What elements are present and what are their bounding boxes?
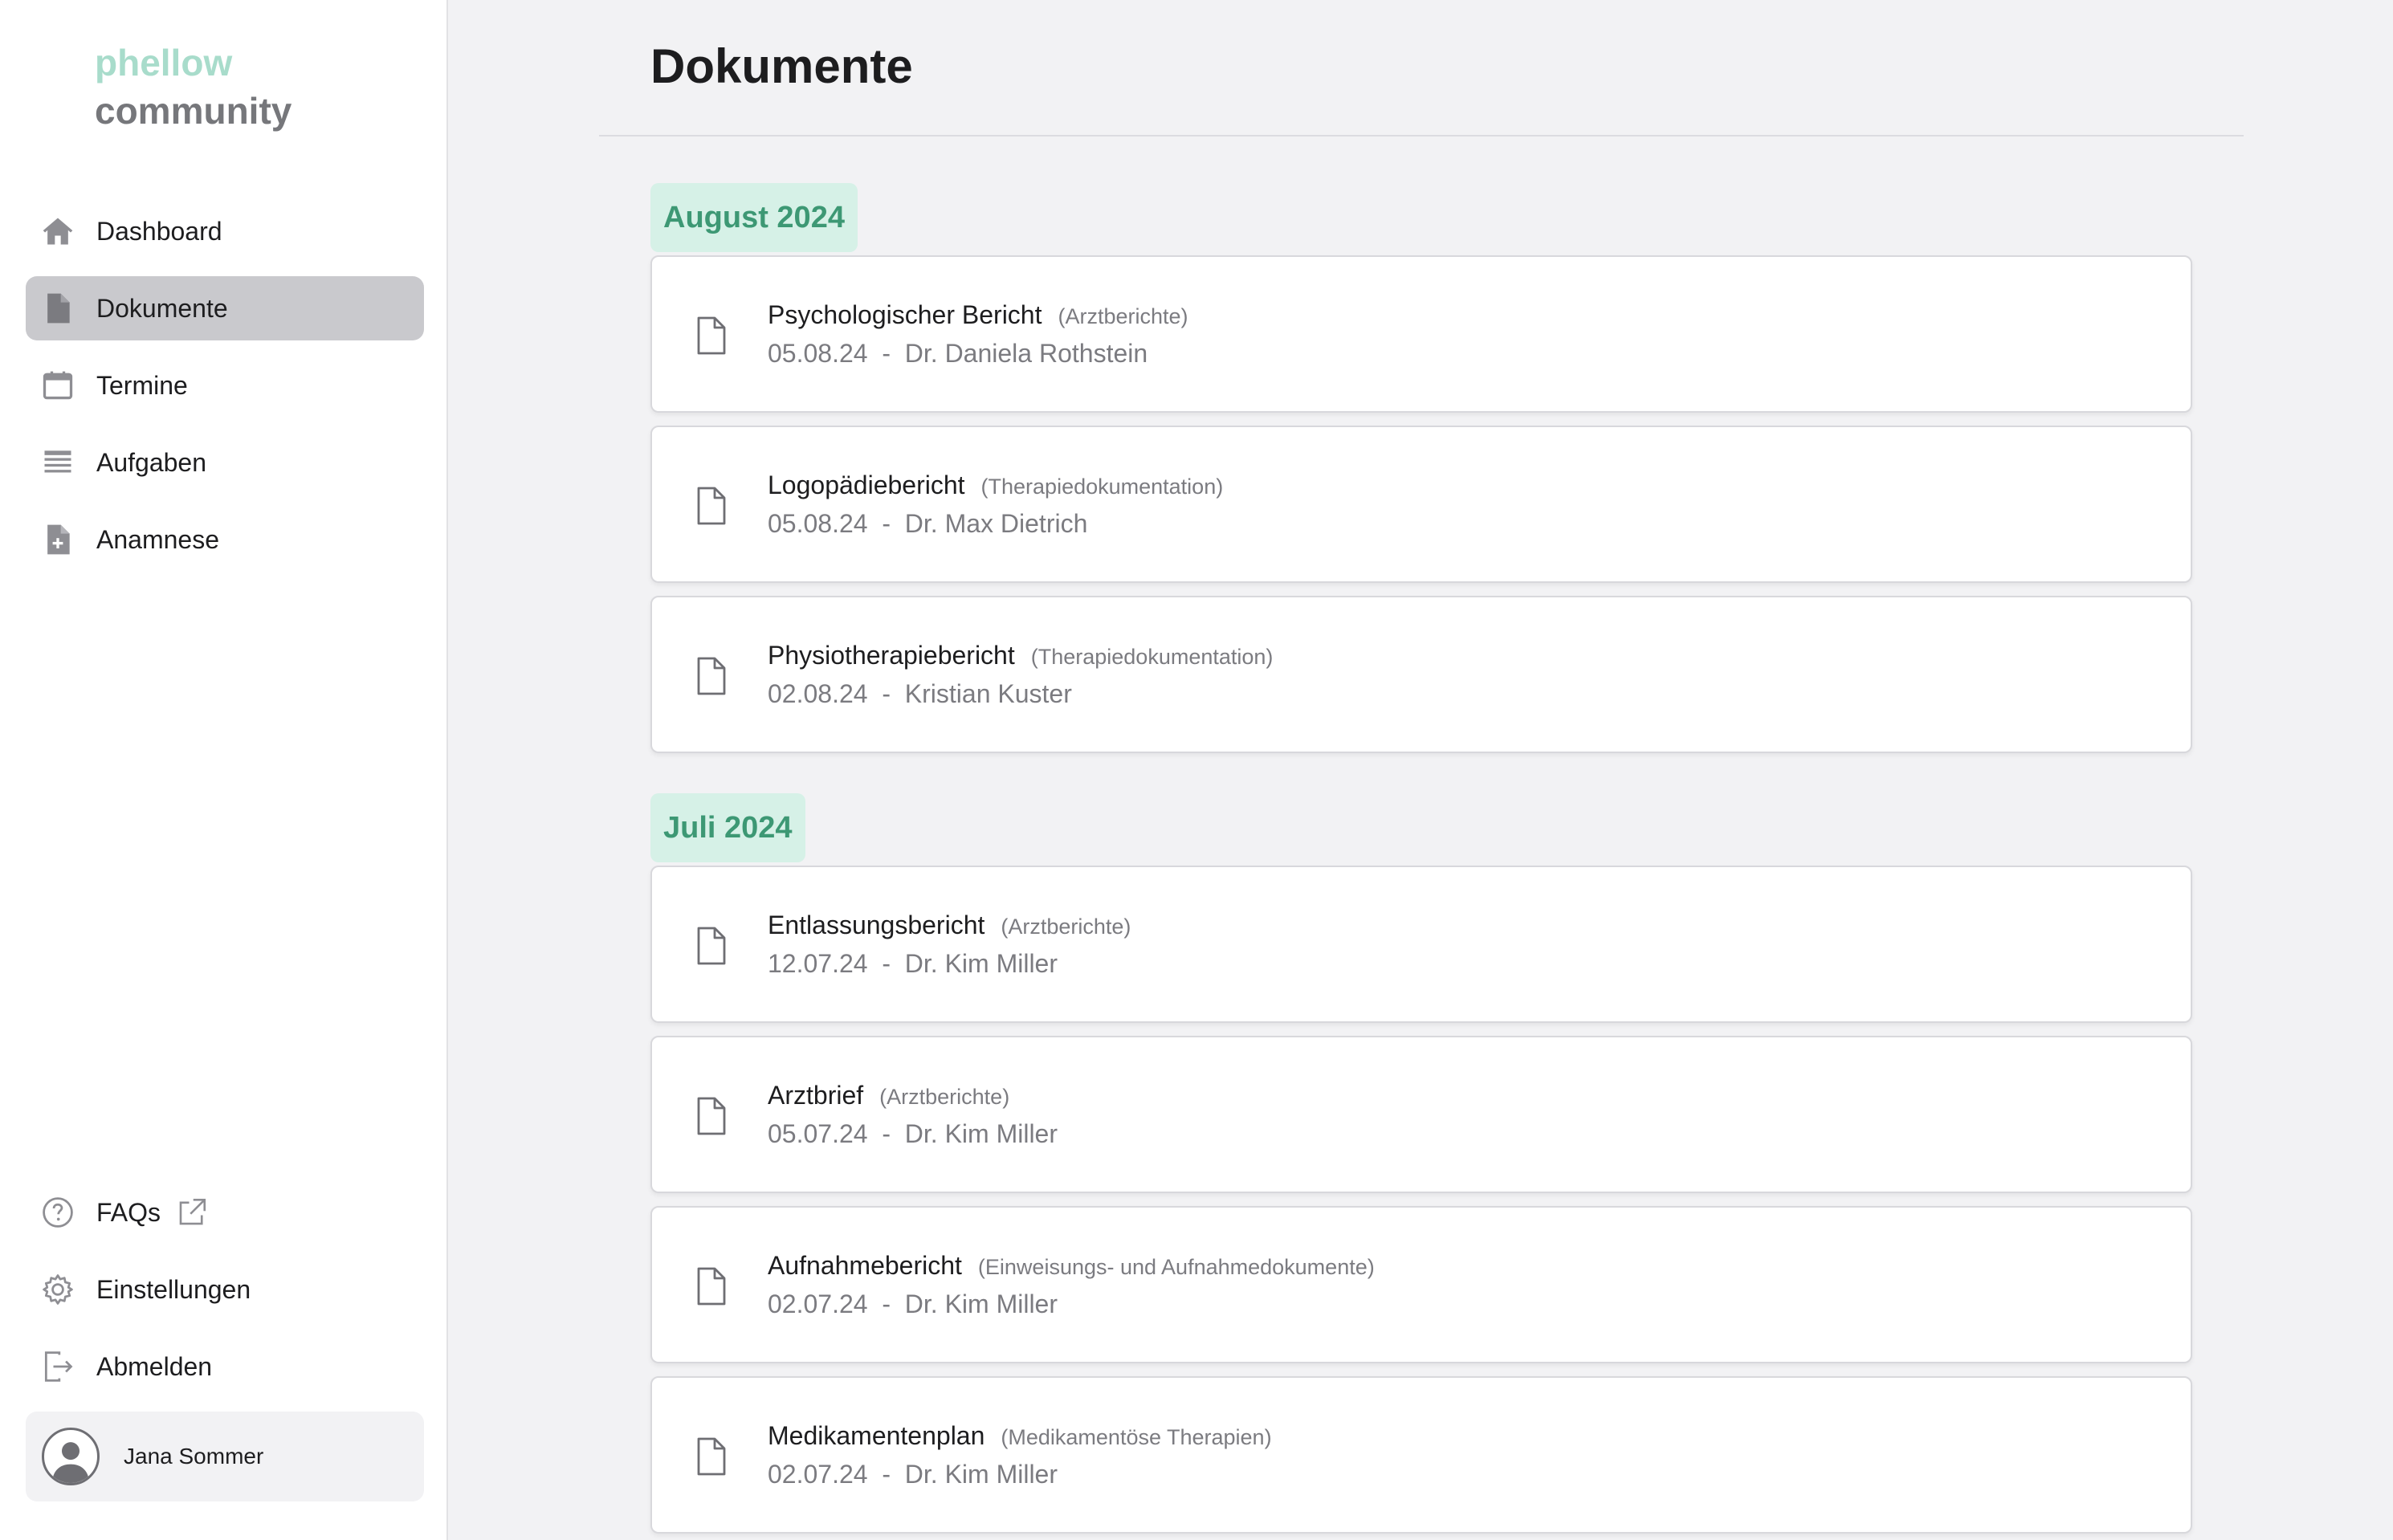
document-title: Logopädiebericht [768, 471, 965, 499]
file-icon [695, 1097, 728, 1139]
secondary-nav: FAQs Einstellungen Abmelden [26, 1180, 424, 1412]
sidebar-item-label: Dashboard [96, 216, 222, 246]
document-date: 05.07.24 [768, 1119, 868, 1148]
calendar-icon [40, 368, 75, 403]
sidebar-item-termine[interactable]: Termine [26, 353, 424, 418]
sidebar: phellow community Dashboard Dokumente Te… [0, 0, 448, 1540]
document-author: Kristian Kuster [904, 679, 1072, 708]
separator: - [882, 509, 891, 538]
avatar [42, 1428, 100, 1485]
brand-line2: community [95, 90, 292, 132]
separator: - [882, 339, 891, 368]
file-icon [695, 1267, 728, 1310]
document-date: 02.07.24 [768, 1289, 868, 1318]
sidebar-item-dashboard[interactable]: Dashboard [26, 199, 424, 263]
document-plus-icon [40, 522, 75, 557]
document-author: Dr. Kim Miller [904, 949, 1058, 978]
document-title: Aufnahmebericht [768, 1251, 962, 1280]
home-icon [40, 214, 75, 249]
document-title: Entlassungsbericht [768, 911, 985, 939]
document-author: Dr. Daniela Rothstein [904, 339, 1148, 368]
sidebar-item-label: Anamnese [96, 524, 219, 554]
sidebar-item-label: Aufgaben [96, 447, 207, 477]
document-title: Arztbrief [768, 1081, 864, 1110]
brand-logo[interactable]: phellow community [95, 39, 291, 135]
sidebar-item-label: FAQs [96, 1197, 161, 1227]
list-icon [40, 445, 75, 480]
document-date: 05.08.24 [768, 339, 868, 368]
documents-list: August 2024 Psychologischer Bericht (Arzt… [650, 183, 2192, 1540]
sidebar-item-label: Termine [96, 370, 188, 400]
document-author: Dr. Max Dietrich [904, 509, 1088, 538]
sidebar-item-einstellungen[interactable]: Einstellungen [26, 1257, 424, 1322]
document-category: (Therapiedokumentation) [980, 475, 1224, 499]
document-date: 02.08.24 [768, 679, 868, 708]
user-name: Jana Sommer [124, 1444, 264, 1469]
document-title: Physiotherapiebericht [768, 641, 1015, 670]
month-group: August 2024 Psychologischer Bericht (Arzt… [650, 183, 2192, 753]
document-category: (Arztberichte) [1001, 915, 1131, 939]
file-icon [695, 657, 728, 699]
document-author: Dr. Kim Miller [904, 1460, 1058, 1489]
document-category: (Therapiedokumentation) [1030, 645, 1274, 669]
sidebar-item-label: Dokumente [96, 293, 228, 323]
separator: - [882, 679, 891, 708]
document-title: Psychologischer Bericht [768, 300, 1042, 329]
document-card[interactable]: Physiotherapiebericht (Therapiedokumentat… [650, 596, 2192, 753]
document-card[interactable]: Medikamentenplan (Medikamentöse Therapien… [650, 1376, 2192, 1534]
file-icon [695, 1437, 728, 1480]
sidebar-item-abmelden[interactable]: Abmelden [26, 1334, 424, 1399]
question-circle-icon [40, 1195, 75, 1230]
document-category: (Medikamentöse Therapien) [1001, 1425, 1272, 1449]
sidebar-item-aufgaben[interactable]: Aufgaben [26, 430, 424, 495]
document-category: (Arztberichte) [879, 1085, 1010, 1109]
file-icon [695, 927, 728, 969]
month-badge: Juli 2024 [650, 793, 805, 862]
document-author: Dr. Kim Miller [904, 1289, 1058, 1318]
separator: - [882, 1460, 891, 1489]
sidebar-item-label: Einstellungen [96, 1274, 251, 1304]
month-badge: August 2024 [650, 183, 858, 252]
sidebar-item-dokumente[interactable]: Dokumente [26, 276, 424, 340]
file-icon [695, 487, 728, 529]
document-title: Medikamentenplan [768, 1421, 985, 1450]
document-date: 12.07.24 [768, 949, 868, 978]
user-profile[interactable]: Jana Sommer [26, 1412, 424, 1501]
gear-icon [40, 1272, 75, 1307]
document-category: (Einweisungs- und Aufnahmedokumente) [977, 1255, 1375, 1279]
month-group: Juli 2024 Entlassungsbericht (Arztbericht… [650, 793, 2192, 1534]
separator: - [882, 949, 891, 978]
document-card[interactable]: Psychologischer Bericht (Arztberichte) 05… [650, 255, 2192, 413]
document-card[interactable]: Entlassungsbericht (Arztberichte) 12.07.2… [650, 866, 2192, 1023]
brand-line1: phellow [95, 42, 233, 84]
document-card[interactable]: Aufnahmebericht (Einweisungs- und Aufnahm… [650, 1206, 2192, 1363]
document-card[interactable]: Arztbrief (Arztberichte) 05.07.24 - Dr. K… [650, 1036, 2192, 1193]
external-link-icon [175, 1196, 209, 1229]
sidebar-item-faqs[interactable]: FAQs [26, 1180, 424, 1245]
page-title: Dokumente [650, 39, 913, 93]
document-date: 02.07.24 [768, 1460, 868, 1489]
logout-icon [40, 1349, 75, 1384]
main-nav: Dashboard Dokumente Termine Aufgaben Ana… [26, 199, 424, 585]
separator: - [882, 1119, 891, 1148]
separator: - [882, 1289, 891, 1318]
sidebar-item-anamnese[interactable]: Anamnese [26, 507, 424, 572]
file-icon [695, 316, 728, 359]
document-category: (Arztberichte) [1058, 304, 1188, 328]
document-card[interactable]: Logopädiebericht (Therapiedokumentation) … [650, 426, 2192, 583]
document-date: 05.08.24 [768, 509, 868, 538]
document-author: Dr. Kim Miller [904, 1119, 1058, 1148]
sidebar-item-label: Abmelden [96, 1351, 213, 1381]
document-icon [40, 291, 75, 326]
page-header: Dokumente [599, 0, 2244, 136]
